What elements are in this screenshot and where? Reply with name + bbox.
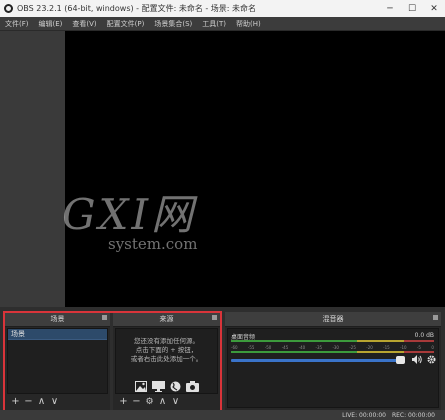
mixer-dock: 混音器 桌面音频 0.0 dB -60 -55 -50 -45 -40 -35 … <box>225 312 441 410</box>
menu-bar: 文件(F) 编辑(E) 查看(V) 配置文件(P) 场景集合(S) 工具(T) … <box>0 17 445 31</box>
meter-green-segment <box>231 351 357 353</box>
mixer-body: 桌面音频 0.0 dB -60 -55 -50 -45 -40 -35 -30 … <box>227 328 439 408</box>
rec-timer: REC: 00:00:00 <box>391 411 435 419</box>
menu-scene-collection[interactable]: 场景集合(S) <box>149 19 197 29</box>
browser-source-icon <box>169 381 182 392</box>
live-timer: LIVE: 00:00:00 <box>342 411 386 419</box>
sources-empty-line: 您还没有添加任何源。 <box>134 337 199 345</box>
sources-empty-line: 点击下面的 + 按钮， <box>135 346 198 354</box>
scenes-toolbar: + − ∧ ∨ <box>5 394 110 410</box>
scenes-dock: 场景 场景 + − ∧ ∨ <box>5 312 110 410</box>
scenes-list[interactable]: 场景 <box>7 328 108 394</box>
mixer-track-controls <box>412 355 436 367</box>
maximize-button[interactable]: ☐ <box>401 0 423 17</box>
mixer-title: 混音器 <box>322 315 344 323</box>
menu-tools[interactable]: 工具(T) <box>197 19 231 29</box>
meter-red-segment <box>403 340 434 342</box>
menu-profile[interactable]: 配置文件(P) <box>102 19 150 29</box>
meter-red-segment <box>403 351 434 353</box>
audio-meter-top <box>231 340 434 342</box>
scenes-dock-header: 场景 <box>5 312 110 327</box>
audio-meter-bottom <box>231 351 434 353</box>
sources-empty-hint: 您还没有添加任何源。 点击下面的 + 按钮， 或者右击此处添加一个。 <box>116 337 217 364</box>
scenes-title: 场景 <box>50 315 65 323</box>
menu-view[interactable]: 查看(V) <box>67 19 101 29</box>
move-scene-down-button[interactable]: ∨ <box>48 395 61 409</box>
volume-slider-track[interactable] <box>231 359 401 362</box>
mixer-dock-header: 混音器 <box>225 312 441 327</box>
obs-window: OBS 23.2.1 (64-bit, windows) - 配置文件: 未命名… <box>0 0 445 420</box>
remove-scene-button[interactable]: − <box>22 395 35 409</box>
dock-float-icon[interactable] <box>102 315 107 320</box>
volume-slider-thumb[interactable] <box>396 356 405 364</box>
watermark-logo: GXI网 <box>62 190 197 239</box>
meter-green-segment <box>231 340 357 342</box>
sources-toolbar: + − ⚙ ∧ ∨ <box>113 394 220 410</box>
minimize-button[interactable]: ─ <box>379 0 401 17</box>
watermark-subtext: system.com <box>108 235 198 253</box>
meter-yellow-segment <box>356 340 404 342</box>
image-source-icon <box>135 381 148 392</box>
source-type-icons <box>116 381 217 392</box>
move-source-down-button[interactable]: ∨ <box>169 395 182 409</box>
meter-yellow-segment <box>356 351 404 353</box>
move-source-up-button[interactable]: ∧ <box>156 395 169 409</box>
watermark: GXI网 system.com <box>62 181 262 271</box>
sources-empty-line: 或者右击此处添加一个。 <box>130 355 203 363</box>
remove-source-button[interactable]: − <box>130 395 143 409</box>
menu-file[interactable]: 文件(F) <box>0 19 34 29</box>
preview-area: GXI网 system.com <box>0 31 445 307</box>
volume-db-readout: 0.0 dB <box>414 332 434 339</box>
window-controls: ─ ☐ ✕ <box>379 0 445 17</box>
speaker-icon[interactable] <box>412 355 422 367</box>
title-bar: OBS 23.2.1 (64-bit, windows) - 配置文件: 未命名… <box>0 0 445 17</box>
display-capture-icon <box>151 381 165 392</box>
dock-float-icon[interactable] <box>212 315 217 320</box>
sources-dock-header: 来源 <box>113 312 220 327</box>
obs-logo-icon <box>4 4 13 13</box>
camera-source-icon <box>185 381 199 392</box>
status-bar: LIVE: 00:00:00 REC: 00:00:00 <box>0 410 445 420</box>
sources-dock: 来源 您还没有添加任何源。 点击下面的 + 按钮， 或者右击此处添加一个。 + … <box>113 312 220 410</box>
add-scene-button[interactable]: + <box>9 395 22 409</box>
sources-title: 来源 <box>159 315 174 323</box>
menu-help[interactable]: 帮助(H) <box>231 19 266 29</box>
sources-list[interactable]: 您还没有添加任何源。 点击下面的 + 按钮， 或者右击此处添加一个。 <box>115 328 218 394</box>
scene-list-item[interactable]: 场景 <box>8 329 107 340</box>
close-button[interactable]: ✕ <box>423 0 445 17</box>
window-title: OBS 23.2.1 (64-bit, windows) - 配置文件: 未命名… <box>17 4 257 13</box>
source-properties-button[interactable]: ⚙ <box>143 395 156 409</box>
dock-float-icon[interactable] <box>433 315 438 320</box>
move-scene-up-button[interactable]: ∧ <box>35 395 48 409</box>
gear-icon[interactable] <box>427 355 436 367</box>
add-source-button[interactable]: + <box>117 395 130 409</box>
menu-edit[interactable]: 编辑(E) <box>34 19 68 29</box>
